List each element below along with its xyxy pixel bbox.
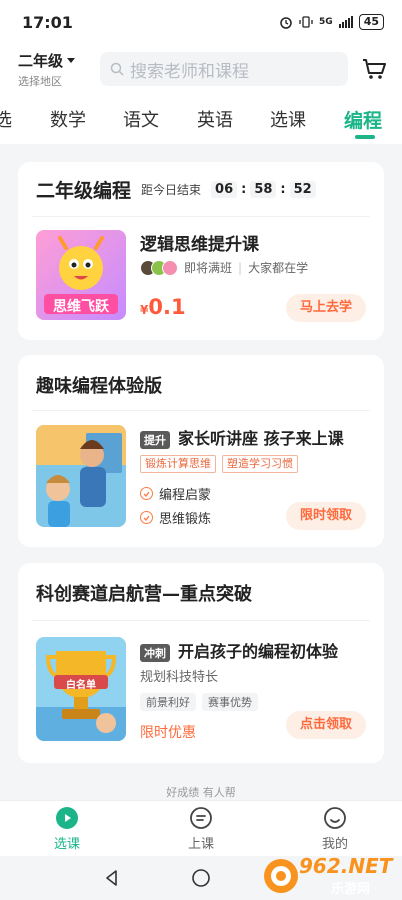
- class-icon: [190, 806, 212, 829]
- feature-text: 思维锻炼: [159, 512, 212, 527]
- learners-text: 大家都在学: [248, 261, 309, 275]
- nav-class[interactable]: 上课: [134, 801, 268, 856]
- nav-label: 选课: [53, 836, 80, 852]
- card-header: 二年级编程 距今日结束 06: 58: 52: [18, 162, 384, 216]
- top-header: 二年级 选择地区 搜索老师和课程: [0, 44, 402, 94]
- claim-button[interactable]: 点击领取: [286, 711, 366, 739]
- tab-english[interactable]: 英语: [197, 106, 233, 132]
- card-title: 二年级编程: [36, 179, 132, 202]
- countdown-seconds: 52: [289, 180, 316, 198]
- level-tag: 冲刺: [140, 643, 170, 662]
- teacher-illustration: [36, 425, 126, 527]
- search-placeholder: 搜索老师和课程: [130, 61, 249, 82]
- footer-slogan: 好成绩 有人帮: [166, 786, 236, 799]
- course-title: 开启孩子的编程初体验: [178, 642, 339, 661]
- region-label: 选择地区: [18, 74, 62, 88]
- play-circle-icon: [56, 806, 78, 829]
- course-subtitle: 规划科技特长: [140, 670, 219, 685]
- price-value: 0.1: [148, 295, 186, 319]
- caret-down-icon: [67, 57, 76, 63]
- meta-separator: |: [238, 260, 243, 275]
- card-title: 趣味编程体验版: [36, 376, 162, 397]
- course-title: 家长听讲座 孩子来上课: [178, 429, 344, 448]
- start-learning-button[interactable]: 马上去学: [286, 294, 366, 322]
- avatar: [162, 259, 178, 276]
- tab-programming[interactable]: 编程: [344, 106, 382, 133]
- signal-icon: [338, 16, 353, 28]
- card-divider: [32, 620, 370, 621]
- nav-courses[interactable]: 选课: [0, 801, 134, 856]
- grade-selector[interactable]: 二年级 选择地区: [18, 50, 88, 89]
- check-circle-icon: [140, 487, 153, 500]
- course-thumbnail[interactable]: [36, 425, 126, 527]
- tab-active-indicator: [355, 135, 375, 139]
- bottom-nav: 选课 上课 我的: [0, 800, 402, 856]
- feature-chips: 锻炼计算思维 塑造学习习惯: [140, 452, 304, 473]
- nav-profile[interactable]: 我的: [268, 801, 402, 856]
- feature-chips: 前景利好 赛事优势: [140, 691, 264, 711]
- card-divider: [32, 216, 370, 217]
- search-icon: [110, 62, 124, 76]
- course-title-row: 提升 家长听讲座 孩子来上课: [140, 425, 344, 449]
- feature-chip: 赛事优势: [202, 693, 258, 711]
- course-card-trial[interactable]: 趣味编程体验版 提升 家长听讲座 孩子来上课 锻炼计算思维 塑造学习习惯 编程启蒙 …: [18, 355, 384, 547]
- card-divider: [32, 410, 370, 411]
- countdown-timer: 06: 58: 52: [211, 180, 316, 198]
- thumbnail-caption: 白名单: [66, 680, 96, 691]
- promo-text: 限时优惠: [140, 725, 196, 741]
- feature-chip: 锻炼计算思维: [140, 455, 216, 473]
- smile-icon: [324, 806, 346, 829]
- cart-button[interactable]: [360, 55, 388, 83]
- tab-chinese[interactable]: 语文: [123, 106, 159, 132]
- battery-icon: 45: [358, 14, 384, 30]
- thumbnail-caption: 思维飞跃: [53, 299, 109, 315]
- home-icon[interactable]: [191, 868, 211, 888]
- feature-item: 思维锻炼: [140, 508, 211, 527]
- course-card-flash[interactable]: 二年级编程 距今日结束 06: 58: 52 思维飞跃 逻辑思维提升课 即将满班…: [18, 162, 384, 340]
- tab-elective[interactable]: 选课: [270, 106, 306, 132]
- grade-label: 二年级: [18, 51, 64, 70]
- status-bar: 17:01 5G 45: [0, 0, 402, 44]
- countdown-minutes: 58: [250, 180, 277, 198]
- status-time: 17:01: [22, 12, 73, 32]
- feature-item: 编程启蒙: [140, 484, 211, 503]
- cart-icon: [363, 59, 386, 79]
- tab-partial[interactable]: 选: [0, 106, 12, 132]
- check-circle-icon: [140, 511, 153, 524]
- card-title: 科创赛道启航营—重点突破: [36, 584, 252, 605]
- site-watermark: 962.NET 乐游网: [261, 852, 396, 898]
- course-card-camp[interactable]: 科创赛道启航营—重点突破 白名单 冲刺 开启孩子的编程初体验 规划科技特长 前景利…: [18, 563, 384, 763]
- feature-text: 编程启蒙: [159, 488, 212, 503]
- back-icon[interactable]: [103, 869, 121, 887]
- tab-math[interactable]: 数学: [50, 106, 86, 132]
- watermark-name: 乐游网: [331, 882, 371, 897]
- network-type: 5G: [319, 17, 333, 27]
- search-input[interactable]: 搜索老师和课程: [100, 52, 348, 86]
- course-thumbnail[interactable]: 思维飞跃: [36, 230, 126, 320]
- enroll-status: 即将满班: [184, 261, 233, 275]
- feature-chip: 前景利好: [140, 693, 196, 711]
- vibrate-icon: [299, 16, 313, 28]
- course-title-row: 冲刺 开启孩子的编程初体验: [140, 638, 338, 662]
- price: ¥0.1: [140, 295, 186, 319]
- watermark-site: 962.NET: [299, 854, 393, 878]
- status-icons: 5G 45: [279, 14, 384, 30]
- nav-label: 上课: [187, 836, 214, 852]
- subject-tabs: 选 数学 语文 英语 选课 编程: [0, 94, 402, 144]
- course-thumbnail[interactable]: 白名单: [36, 637, 126, 741]
- nav-label: 我的: [321, 836, 348, 852]
- feature-chip: 塑造学习习惯: [222, 455, 298, 473]
- countdown-hours: 06: [211, 180, 238, 198]
- level-tag: 提升: [140, 430, 170, 449]
- enrollment-meta: 即将满班 | 大家都在学: [140, 259, 308, 276]
- countdown-label: 距今日结束: [141, 182, 202, 197]
- learner-avatars: [140, 259, 178, 276]
- claim-button[interactable]: 限时领取: [286, 502, 366, 530]
- alarm-icon: [280, 17, 292, 29]
- course-title: 逻辑思维提升课: [140, 235, 259, 255]
